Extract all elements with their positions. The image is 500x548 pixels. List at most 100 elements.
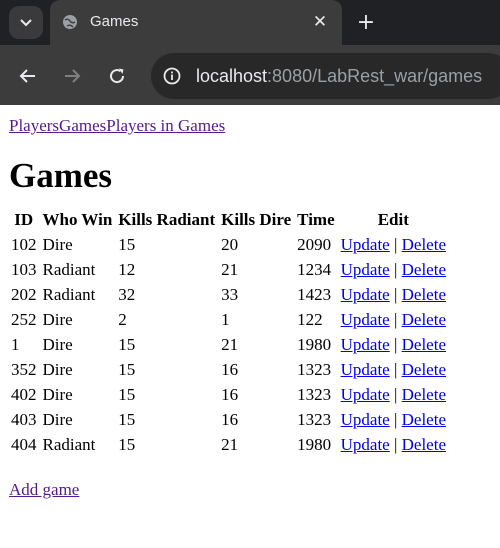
reload-icon [110,68,125,84]
delete-link[interactable]: Delete [402,335,446,354]
cell-kills-dire: 21 [221,334,239,354]
cell-edit: Update | Delete [339,233,448,256]
info-icon[interactable] [163,67,181,85]
update-link[interactable]: Update [341,310,390,329]
update-link[interactable]: Update [341,360,390,379]
cell-edit: Update | Delete [339,258,448,281]
plus-icon[interactable]: + [353,10,379,36]
table-row: 102 Dire 15 20 2090 Update | Delete [9,233,448,256]
table-header-row: ID Who Win Kills Radiant Kills Dire Time… [9,208,448,231]
back-button[interactable] [12,60,44,92]
cell-edit: Update | Delete [339,283,448,306]
cell-time: 1980 [297,334,332,354]
cell-id: 202 [11,284,37,304]
page-title: Games [9,156,113,195]
update-link[interactable]: Update [341,410,390,429]
link-separator: | [393,234,398,254]
cell-who-win: Dire [42,334,73,354]
cell-edit: Update | Delete [339,358,448,381]
url-text: localhost:8080/LabRest_war/games [196,66,483,86]
update-link[interactable]: Update [341,435,390,454]
cell-kills-dire: 16 [221,384,239,404]
reload-button[interactable] [101,60,133,92]
update-link[interactable]: Update [341,235,390,254]
table-row: 402 Dire 15 16 1323 Update | Delete [9,383,448,406]
cell-who-win: Dire [42,309,73,329]
link-separator: | [393,284,398,304]
delete-link[interactable]: Delete [402,410,446,429]
tab-search-button[interactable] [9,6,43,39]
table-row: 404 Radiant 15 21 1980 Update | Delete [9,433,448,456]
nav-link-players[interactable]: Players [9,116,59,135]
cell-id: 102 [11,234,37,254]
table-row: 202 Radiant 32 33 1423 Update | Delete [9,283,448,306]
table-row: 352 Dire 15 16 1323 Update | Delete [9,358,448,381]
header-kills-dire: Kills Dire [221,209,292,229]
cell-time: 1234 [297,259,332,279]
delete-link[interactable]: Delete [402,385,446,404]
link-separator: | [393,334,398,354]
table-row: 403 Dire 15 16 1323 Update | Delete [9,408,448,431]
cell-kills-radiant: 15 [118,359,136,379]
cell-kills-dire: 21 [221,434,239,454]
table-row: 1 Dire 15 21 1980 Update | Delete [9,333,448,356]
arrow-left-icon [19,69,35,83]
cell-kills-radiant: 15 [118,434,136,454]
header-who-win: Who Win [42,209,113,229]
cell-kills-radiant: 32 [118,284,136,304]
table-row: 103 Radiant 12 21 1234 Update | Delete [9,258,448,281]
link-separator: | [393,434,398,454]
header-time: Time [297,209,335,229]
cell-id: 103 [11,259,37,279]
address-bar[interactable]: localhost:8080/LabRest_war/games [151,53,500,99]
header-id: ID [14,209,34,229]
update-link[interactable]: Update [341,385,390,404]
add-game-link[interactable]: Add game [9,480,500,500]
update-link[interactable]: Update [341,285,390,304]
cell-id: 252 [11,309,37,329]
cell-time: 1423 [297,284,332,304]
tab-games[interactable]: Games ✕ [50,0,342,45]
cell-edit: Update | Delete [339,333,448,356]
top-nav: PlayersGamesPlayers in Games [9,116,500,138]
forward-button[interactable] [56,60,88,92]
cell-kills-dire: 21 [221,259,239,279]
cell-who-win: Radiant [42,434,96,454]
cell-who-win: Dire [42,384,73,404]
close-icon[interactable]: ✕ [310,12,330,32]
cell-kills-radiant: 2 [118,309,127,329]
cell-edit: Update | Delete [339,433,448,456]
cell-who-win: Dire [42,359,73,379]
cell-time: 122 [297,309,323,329]
update-link[interactable]: Update [341,335,390,354]
link-separator: | [393,409,398,429]
link-separator: | [393,259,398,279]
cell-kills-radiant: 15 [118,234,136,254]
delete-link[interactable]: Delete [402,360,446,379]
delete-link[interactable]: Delete [402,285,446,304]
nav-link-games[interactable]: Games [59,116,106,135]
cell-kills-radiant: 15 [118,384,136,404]
update-link[interactable]: Update [341,260,390,279]
cell-time: 1323 [297,384,332,404]
games-table-body: 102 Dire 15 20 2090 Update | Delete 103 Radiant… [9,233,448,456]
cell-time: 1323 [297,409,332,429]
delete-link[interactable]: Delete [402,235,446,254]
cell-id: 352 [11,359,37,379]
cell-time: 1323 [297,359,332,379]
tab-title: Games [90,13,139,30]
nav-link-players-in-games[interactable]: Players in Games [106,116,225,135]
delete-link[interactable]: Delete [402,435,446,454]
cell-kills-dire: 16 [221,359,239,379]
cell-edit: Update | Delete [339,383,448,406]
cell-who-win: Dire [42,409,73,429]
delete-link[interactable]: Delete [402,260,446,279]
cell-time: 1980 [297,434,332,454]
cell-time: 2090 [297,234,332,254]
cell-who-win: Dire [42,234,73,254]
cell-kills-dire: 16 [221,409,239,429]
header-edit: Edit [377,209,409,229]
link-separator: | [393,359,398,379]
delete-link[interactable]: Delete [402,310,446,329]
arrow-right-icon [65,69,81,83]
